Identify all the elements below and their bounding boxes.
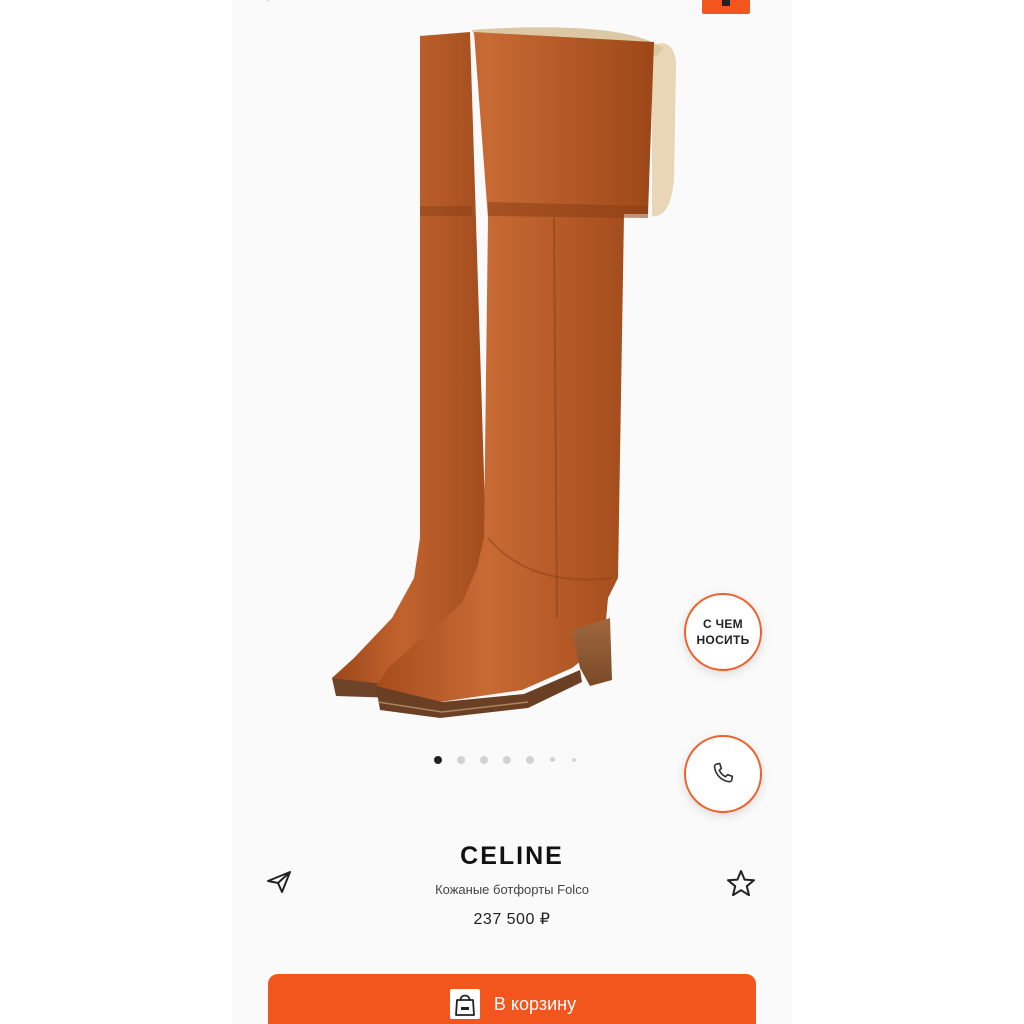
pager-dot[interactable] — [550, 757, 555, 762]
style-suggestions-button[interactable]: С ЧЕМ НОСИТЬ — [684, 593, 762, 671]
shopping-bag-icon — [449, 989, 480, 1019]
add-to-cart-label: В корзину — [493, 993, 577, 1014]
pager-dot[interactable] — [480, 756, 488, 764]
pager-dot-active[interactable] — [434, 756, 442, 764]
left-margin — [0, 0, 232, 1024]
style-button-line2: НОСИТЬ — [696, 633, 750, 647]
pager-dot[interactable] — [457, 756, 465, 764]
pager-dot[interactable] — [572, 758, 576, 762]
style-button-line1: С ЧЕМ — [703, 617, 743, 631]
pager-dot[interactable] — [526, 756, 534, 764]
product-image[interactable] — [292, 18, 712, 738]
product-name: Кожаные ботфорты Folco — [435, 882, 589, 897]
chevron-left-icon[interactable] — [262, 0, 282, 6]
cart-icon[interactable] — [702, 0, 750, 14]
right-margin — [792, 0, 1024, 1024]
product-screen: С ЧЕМ НОСИТЬ CELINE Кожаные ботфорты Fol… — [232, 0, 792, 1024]
product-brand[interactable]: CELINE — [232, 842, 792, 871]
add-to-cart-button[interactable]: В корзину — [268, 974, 756, 1024]
pager-dot[interactable] — [503, 756, 511, 764]
call-button[interactable] — [684, 735, 762, 813]
product-price: 237 500 ₽ — [473, 911, 551, 928]
phone-icon — [713, 762, 734, 783]
